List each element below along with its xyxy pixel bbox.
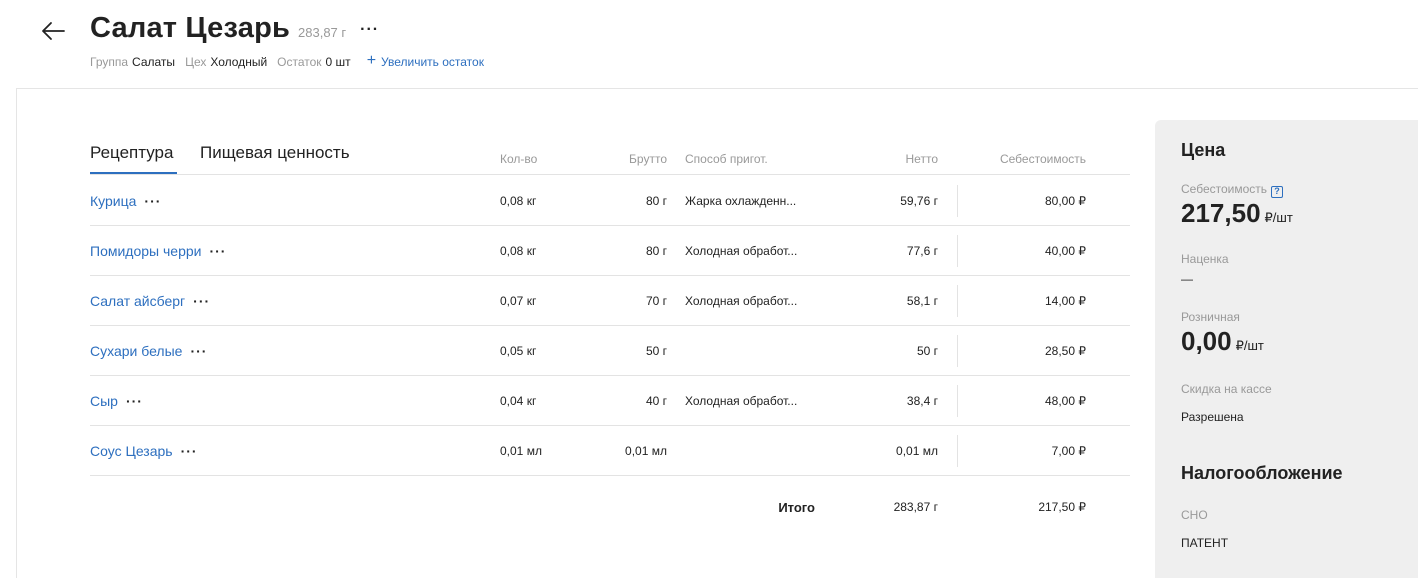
row-more-button[interactable]: ··· — [181, 443, 198, 459]
discount-value: Разрешена — [1181, 410, 1244, 424]
markup-value: — — [1181, 272, 1193, 286]
ingredient-name-link[interactable]: Соус Цезарь ··· — [90, 426, 198, 476]
brutto-cell: 80 г — [645, 194, 667, 208]
workshop-label: Цех — [185, 55, 207, 69]
cost-label: Себестоимость? — [1181, 182, 1284, 198]
product-meta: Группа Салаты Цех Холодный Остаток 0 шт … — [90, 52, 484, 71]
qty-cell: 0,08 кг — [500, 244, 537, 258]
row-more-button[interactable]: ··· — [209, 243, 226, 259]
total-label: Итого — [778, 500, 815, 515]
ingredient-name-link[interactable]: Помидоры черри ··· — [90, 226, 226, 276]
price-panel: Цена Себестоимость? 217,50 ₽/шт Наценка —… — [1155, 120, 1418, 578]
increase-stock-button[interactable]: + Увеличить остаток — [366, 52, 484, 71]
tax-system-label: СНО — [1181, 508, 1208, 522]
method-cell[interactable]: Холодная обработ... — [685, 226, 797, 276]
method-cell[interactable]: Холодная обработ... — [685, 376, 797, 426]
column-header-method: Способ пригот. — [685, 152, 768, 166]
table-row: Салат айсберг ··· 0,07 кг 70 г Холодная о… — [90, 276, 1130, 326]
cost-cell: 28,50 ₽ — [1045, 344, 1086, 358]
total-netto: 283,87 г — [893, 500, 938, 514]
ingredient-name-link[interactable]: Сыр ··· — [90, 376, 143, 426]
table-row: Курица ··· 0,08 кг 80 г Жарка охлажденн..… — [90, 176, 1130, 226]
retail-label: Розничная — [1181, 310, 1240, 324]
netto-cell: 38,4 г — [906, 394, 938, 408]
method-cell[interactable]: Холодная обработ... — [685, 276, 797, 326]
cost-cell: 48,00 ₽ — [1045, 394, 1086, 408]
tab-recipe[interactable]: Рецептура — [90, 143, 173, 163]
stock-label: Остаток — [277, 55, 322, 69]
tax-system-value: ПАТЕНТ — [1181, 536, 1229, 550]
plus-icon: + — [366, 52, 377, 69]
group-label: Группа — [90, 55, 129, 69]
cell-divider — [957, 235, 958, 267]
netto-cell: 59,76 г — [900, 194, 938, 208]
workshop-value: Холодный — [210, 55, 268, 69]
qty-cell: 0,05 кг — [500, 344, 537, 358]
cost-cell: 80,00 ₽ — [1045, 194, 1086, 208]
netto-cell: 50 г — [916, 344, 938, 358]
brutto-cell: 80 г — [645, 244, 667, 258]
cell-divider — [957, 335, 958, 367]
row-more-button[interactable]: ··· — [193, 293, 210, 309]
qty-cell: 0,07 кг — [500, 294, 537, 308]
netto-cell: 0,01 мл — [896, 444, 938, 458]
brutto-cell: 70 г — [645, 294, 667, 308]
brutto-cell: 40 г — [645, 394, 667, 408]
row-more-button[interactable]: ··· — [190, 343, 207, 359]
row-more-button[interactable]: ··· — [126, 393, 143, 409]
table-row: Помидоры черри ··· 0,08 кг 80 г Холодная … — [90, 226, 1130, 276]
price-heading: Цена — [1181, 140, 1226, 160]
stock-value: 0 шт — [325, 55, 351, 69]
cell-divider — [957, 385, 958, 417]
table-row: Сухари белые ··· 0,05 кг 50 г 50 г 28,50 … — [90, 326, 1130, 376]
product-card-page: Салат Цезарь 283,87 г ··· Группа Салаты … — [0, 0, 1418, 578]
more-options-button[interactable]: ··· — [360, 21, 379, 39]
qty-cell: 0,08 кг — [500, 194, 537, 208]
tabs-divider — [90, 174, 1130, 175]
row-more-button[interactable]: ··· — [144, 193, 161, 209]
column-header-brutto: Брутто — [629, 152, 667, 166]
tax-heading: Налогообложение — [1181, 463, 1343, 483]
total-cost: 217,50 ₽ — [1038, 500, 1086, 514]
markup-label: Наценка — [1181, 252, 1229, 266]
table-row: Соус Цезарь ··· 0,01 мл 0,01 мл 0,01 мл 7… — [90, 426, 1130, 476]
title-row: Салат Цезарь 283,87 г ··· — [90, 12, 379, 45]
cell-divider — [957, 285, 958, 317]
netto-cell: 58,1 г — [906, 294, 938, 308]
group-value: Салаты — [132, 55, 176, 69]
product-weight: 283,87 г — [298, 25, 347, 40]
cost-cell: 14,00 ₽ — [1045, 294, 1086, 308]
increase-stock-label: Увеличить остаток — [381, 55, 484, 69]
help-icon[interactable]: ? — [1271, 186, 1284, 198]
cost-cell: 40,00 ₽ — [1045, 244, 1086, 258]
ingredient-name-link[interactable]: Салат айсберг ··· — [90, 276, 210, 326]
ingredient-name-link[interactable]: Курица ··· — [90, 176, 161, 226]
retail-value: 0,00 ₽/шт — [1181, 326, 1264, 356]
cost-cell: 7,00 ₽ — [1051, 444, 1086, 458]
cell-divider — [957, 435, 958, 467]
page-title: Салат Цезарь — [90, 12, 291, 44]
method-cell[interactable]: Жарка охлажденн... — [685, 176, 796, 226]
qty-cell: 0,04 кг — [500, 394, 537, 408]
brutto-cell: 50 г — [645, 344, 667, 358]
back-arrow-icon[interactable] — [38, 18, 68, 44]
cell-divider — [957, 185, 958, 217]
netto-cell: 77,6 г — [906, 244, 938, 258]
brutto-cell: 0,01 мл — [625, 444, 667, 458]
qty-cell: 0,01 мл — [500, 444, 542, 458]
column-header-qty: Кол-во — [500, 152, 538, 166]
ingredient-name-link[interactable]: Сухари белые ··· — [90, 326, 207, 376]
discount-label: Скидка на кассе — [1181, 382, 1272, 396]
column-header-cost: Себестоимость — [999, 152, 1086, 166]
column-header-netto: Нетто — [905, 152, 938, 166]
table-row: Сыр ··· 0,04 кг 40 г Холодная обработ... … — [90, 376, 1130, 426]
cost-value: 217,50 ₽/шт — [1181, 198, 1293, 228]
tab-nutrition[interactable]: Пищевая ценность — [200, 143, 350, 163]
